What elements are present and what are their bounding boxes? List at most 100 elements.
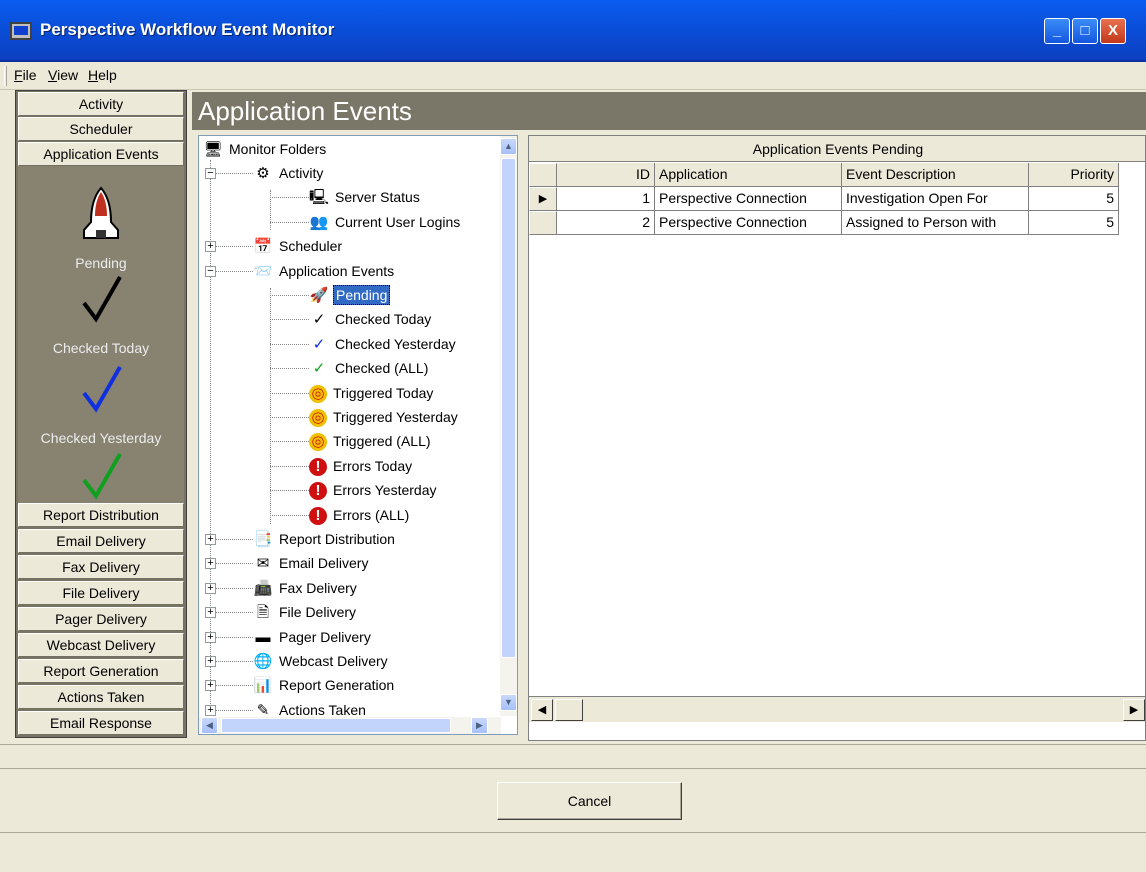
users-icon: 👥	[309, 213, 329, 231]
scroll-left-button[interactable]: ◀	[531, 699, 553, 721]
tree-node[interactable]: ▬ Pager Delivery	[253, 626, 373, 648]
minimize-button[interactable]: _	[1044, 18, 1070, 44]
tree-node[interactable]: ✓ Checked Today	[309, 308, 433, 330]
cell-application[interactable]: Perspective Connection	[655, 211, 842, 235]
maximize-button[interactable]: □	[1072, 18, 1098, 44]
outlook-bar: Activity Scheduler Application Events Pe…	[15, 90, 187, 738]
tree-node[interactable]: ✉ Email Delivery	[253, 552, 370, 574]
tree-node[interactable]: ◎ Triggered Yesterday	[309, 406, 460, 428]
scroll-thumb[interactable]	[555, 699, 583, 721]
scroll-up-button[interactable]: ▲	[500, 138, 517, 155]
expand-icon[interactable]: +	[205, 607, 216, 619]
scroll-down-button[interactable]: ▼	[500, 694, 517, 711]
tree-node[interactable]: ✓ Checked (ALL)	[309, 357, 430, 379]
row-indicator[interactable]	[529, 211, 557, 235]
tree-node[interactable]: 🚀 Pending	[309, 284, 391, 306]
tree-node[interactable]: ◎ Triggered (ALL)	[309, 430, 433, 452]
tree-node[interactable]: 📅 Scheduler	[253, 235, 344, 257]
bar-button-activity[interactable]: Activity	[18, 92, 184, 116]
scroll-thumb[interactable]	[221, 718, 451, 733]
tree-node-label: Email Delivery	[279, 555, 369, 572]
tree-node[interactable]: 👥 Current User Logins	[309, 211, 462, 233]
row-indicator-icon[interactable]: ▶	[529, 187, 557, 211]
expand-icon[interactable]: +	[205, 582, 216, 594]
button-bar: Cancel	[0, 768, 1146, 832]
check-green-icon: ✓	[312, 360, 326, 378]
grid-horizontal-scrollbar[interactable]: ◀ ▶	[529, 696, 1145, 722]
bar-button-report-distribution[interactable]: Report Distribution	[18, 503, 184, 527]
tree-connector	[270, 197, 309, 199]
tree-node[interactable]: ◎ Triggered Today	[309, 382, 435, 404]
bar-item-checked-today[interactable]: Checked Today	[18, 271, 184, 356]
collapse-icon[interactable]: −	[205, 168, 216, 179]
expand-icon[interactable]: +	[205, 704, 216, 716]
cell-id[interactable]: 1	[557, 187, 655, 211]
tree-node[interactable]: ✓ Checked Yesterday	[309, 333, 458, 355]
close-button[interactable]: X	[1100, 18, 1126, 44]
bar-button-report-generation[interactable]: Report Generation	[18, 659, 184, 683]
cell-id[interactable]: 2	[557, 211, 655, 235]
bar-button-actions-taken[interactable]: Actions Taken	[18, 685, 184, 709]
tree-node-label: Current User Logins	[335, 213, 461, 230]
tree-horizontal-scrollbar[interactable]: ◀ ▶	[199, 717, 501, 734]
bar-button-email-delivery[interactable]: Email Delivery	[18, 529, 184, 553]
bar-group-application-events: Pending Checked Today Checked Yesterday …	[18, 166, 184, 512]
scroll-thumb[interactable]	[501, 158, 516, 658]
scroll-right-button[interactable]: ▶	[471, 717, 488, 734]
tree-node[interactable]: ! Errors Yesterday	[309, 479, 439, 501]
menu-file[interactable]: File	[14, 67, 37, 83]
expand-icon[interactable]: +	[205, 656, 216, 667]
tree-node[interactable]: 🌐 Webcast Delivery	[253, 650, 390, 672]
tree-node[interactable]: ! Errors Today	[309, 455, 414, 477]
scroll-right-button[interactable]: ▶	[1123, 699, 1145, 721]
tree-node[interactable]: ! Errors (ALL)	[309, 504, 411, 526]
bar-button-scheduler[interactable]: Scheduler	[18, 117, 184, 141]
tree-node-label: Errors Yesterday	[333, 482, 437, 499]
column-header-priority[interactable]: Priority	[1029, 163, 1119, 187]
expand-icon[interactable]: +	[205, 680, 216, 692]
app-events-icon: 📨	[253, 262, 273, 280]
scroll-left-button[interactable]: ◀	[201, 717, 218, 734]
tree-node[interactable]: 📨 Application Events	[253, 260, 396, 282]
expand-icon[interactable]: +	[205, 534, 216, 545]
tree-vertical-scrollbar[interactable]: ▲ ▼	[500, 136, 517, 716]
column-header-application[interactable]: Application	[655, 163, 842, 187]
tree-node[interactable]: 📠 Fax Delivery	[253, 577, 359, 599]
cell-application[interactable]: Perspective Connection	[655, 187, 842, 211]
tree-node[interactable]: ⚙ Activity	[253, 162, 325, 184]
tree-node[interactable]: 📊 Report Generation	[253, 674, 396, 696]
bar-item-checked-yesterday[interactable]: Checked Yesterday	[18, 361, 184, 446]
cell-event-description[interactable]: Assigned to Person with	[842, 211, 1029, 235]
cell-priority[interactable]: 5	[1029, 187, 1119, 211]
tree-connector	[270, 441, 309, 443]
tree-node[interactable]: 🗎 File Delivery	[253, 601, 358, 623]
cancel-button[interactable]: Cancel	[497, 782, 682, 820]
pager-icon: ▬	[255, 628, 271, 646]
expand-icon[interactable]: +	[205, 631, 216, 643]
menu-help[interactable]: Help	[88, 67, 117, 83]
bar-button-webcast-delivery[interactable]: Webcast Delivery	[18, 633, 184, 657]
bar-item-pending[interactable]: Pending	[18, 186, 184, 271]
tree-connector	[210, 246, 253, 248]
bar-button-application-events[interactable]: Application Events	[18, 142, 184, 166]
collapse-icon[interactable]: −	[205, 265, 216, 277]
tree-connector	[210, 563, 253, 565]
cell-event-description[interactable]: Investigation Open For	[842, 187, 1029, 211]
bar-button-file-delivery[interactable]: File Delivery	[18, 581, 184, 605]
column-header-event-description[interactable]: Event Description	[842, 163, 1029, 187]
tree-root[interactable]: 🖥 Monitor Folders	[203, 138, 328, 160]
app-monitor-icon[interactable]	[10, 22, 32, 40]
bar-button-pager-delivery[interactable]: Pager Delivery	[18, 607, 184, 631]
column-header-id[interactable]: ID	[557, 163, 655, 187]
check-blue-icon: ✓	[312, 335, 326, 353]
menu-view[interactable]: View	[48, 67, 78, 83]
bar-button-email-response[interactable]: Email Response	[18, 711, 184, 735]
bar-button-fax-delivery[interactable]: Fax Delivery	[18, 555, 184, 579]
expand-icon[interactable]: +	[205, 241, 216, 253]
expand-icon[interactable]: +	[205, 558, 216, 570]
row-header-corner	[529, 163, 557, 187]
cell-priority[interactable]: 5	[1029, 211, 1119, 235]
tree-node[interactable]: 🖳 Server Status	[309, 186, 422, 208]
tree-connector	[270, 221, 309, 223]
tree-node[interactable]: 📑 Report Distribution	[253, 528, 397, 550]
